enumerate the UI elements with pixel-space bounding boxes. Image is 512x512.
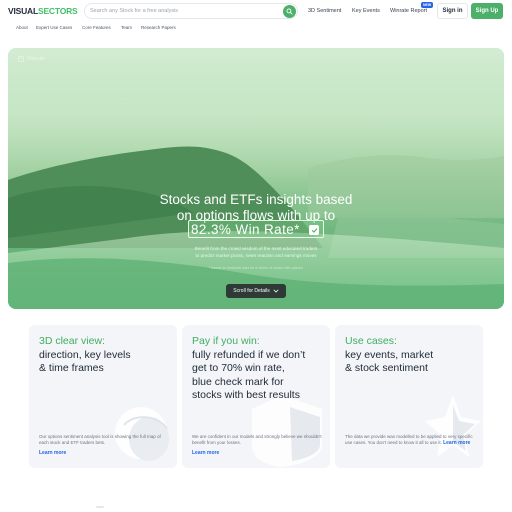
check-icon <box>311 227 317 233</box>
nav-winrate-report[interactable]: Winrate Report <box>390 8 427 14</box>
scroll-button-label: Scroll for Details <box>233 288 270 294</box>
hero-description-line2: to predict market pivots, news reaction … <box>195 253 317 258</box>
subnav-core-features[interactable]: Core Features <box>82 25 111 30</box>
card-description: We are confident in our models and stron… <box>192 434 322 445</box>
subnav-expert-use-cases[interactable]: Expert Use Cases <box>36 25 72 30</box>
browser-icon <box>18 56 24 62</box>
search-button[interactable] <box>283 5 296 18</box>
hero-footnote: * based on historical data for a series … <box>208 266 304 270</box>
hero-tag-label: Website <box>27 56 45 62</box>
subnav-about[interactable]: About <box>16 25 28 30</box>
search-input[interactable]: Search any Stock for a free analysis <box>84 3 298 19</box>
feature-card-3d-view: 3D clear view: direction, key levels & t… <box>29 325 177 468</box>
sign-up-button[interactable]: Sign Up <box>471 3 503 19</box>
card-title-line: blue check mark for <box>192 375 284 388</box>
card-title: 3D clear view: direction, key levels & t… <box>39 335 131 376</box>
learn-more-link[interactable]: Learn more <box>443 440 470 446</box>
chevron-down-icon <box>273 289 279 293</box>
nav-3d-sentiment[interactable]: 3D Sentiment <box>308 8 341 14</box>
feature-card-use-cases: Use cases: key events, market & stock se… <box>335 325 483 468</box>
card-description: Our options sentiment analysis tool is s… <box>39 434 161 445</box>
footer-divider <box>96 506 104 508</box>
verified-badge <box>309 225 319 235</box>
card-title-line: stocks with best results <box>192 389 300 402</box>
learn-more-link[interactable]: Learn more <box>39 450 66 456</box>
sign-in-button[interactable]: Sign in <box>437 3 468 19</box>
card-title: Use cases: key events, market & stock se… <box>345 335 433 376</box>
logo-text-sectors: SECTORS <box>37 6 78 16</box>
sub-navbar: About Expert Use Cases Core Features Tea… <box>0 22 512 34</box>
hero-description-line1: Benefit from the crowd wisdom of the mos… <box>194 246 318 251</box>
card-title-line: direction, key levels <box>39 348 131 361</box>
subnav-research-papers[interactable]: Research Papers <box>141 25 176 30</box>
hero-banner: Website Stocks and ETFs insights based o… <box>8 48 504 309</box>
hero-tag: Website <box>18 56 45 62</box>
learn-more-link[interactable]: Learn more <box>192 450 219 456</box>
card-title-line: & stock sentiment <box>345 362 428 375</box>
card-title-green: Use cases: <box>345 335 397 347</box>
card-title-green: Pay if you win: <box>192 335 260 347</box>
logo[interactable]: VISUALSECTORS <box>8 6 78 16</box>
subnav-team[interactable]: Team <box>121 25 132 30</box>
scroll-for-details-button[interactable]: Scroll for Details <box>226 284 286 298</box>
new-badge: NEW <box>421 2 434 8</box>
card-title-green: 3D clear view: <box>39 335 105 347</box>
search-placeholder: Search any Stock for a free analysis <box>90 8 179 14</box>
feature-card-pay-if-you-win: Pay if you win: fully refunded if we don… <box>182 325 330 468</box>
nav-key-events[interactable]: Key Events <box>352 8 380 14</box>
card-title-line: get to 70% win rate, <box>192 362 285 375</box>
top-navbar: VISUALSECTORS Search any Stock for a fre… <box>0 0 512 22</box>
card-title-line: key events, market <box>345 348 434 361</box>
logo-text-visual: VISUAL <box>8 6 38 16</box>
card-title-line: fully refunded if we don’t <box>192 348 306 361</box>
hero-title-line1: Stocks and ETFs insights based <box>159 192 353 207</box>
card-description: The data we provide was modelled to be a… <box>345 434 477 446</box>
card-title-line: & time frames <box>39 362 104 375</box>
card-title: Pay if you win: fully refunded if we don… <box>192 335 305 403</box>
winrate-text: 82.3% Win Rate* <box>191 222 300 237</box>
search-icon <box>286 8 293 15</box>
